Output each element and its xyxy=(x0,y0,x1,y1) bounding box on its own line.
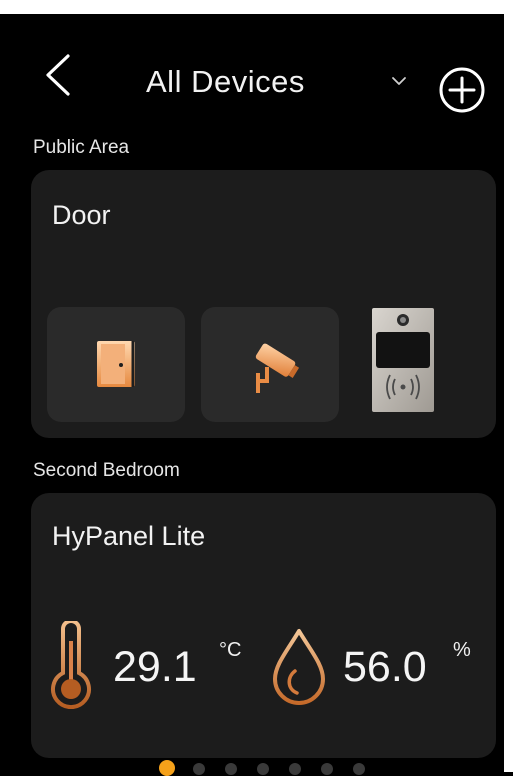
back-button[interactable] xyxy=(40,50,76,100)
section-label-second-bedroom: Second Bedroom xyxy=(33,460,180,481)
page-dot[interactable] xyxy=(159,760,175,776)
page-dot[interactable] xyxy=(353,763,365,775)
page-dot[interactable] xyxy=(321,763,333,775)
frame-top-border xyxy=(0,0,513,14)
header: All Devices xyxy=(0,14,513,126)
card-title: HyPanel Lite xyxy=(52,521,206,551)
page-dot[interactable] xyxy=(193,763,205,775)
plus-circle-icon xyxy=(439,67,485,113)
camera-icon xyxy=(255,343,300,393)
card-title: Door xyxy=(52,200,111,230)
page-indicator xyxy=(0,758,513,776)
chevron-left-icon xyxy=(46,54,70,96)
intercom-tile[interactable] xyxy=(371,307,435,413)
door-tile[interactable] xyxy=(47,307,185,422)
temperature-unit: °C xyxy=(219,639,242,661)
device-card-hypanel-lite[interactable]: HyPanel Lite 29.1 °C 56.0 % xyxy=(31,493,496,758)
humidity-value: 56.0 xyxy=(343,643,427,691)
camera-tile[interactable] xyxy=(201,307,339,422)
humidity-unit: % xyxy=(453,639,471,661)
page-dot[interactable] xyxy=(289,763,301,775)
chevron-down-icon xyxy=(392,77,406,85)
page-dot[interactable] xyxy=(257,763,269,775)
temperature-value: 29.1 xyxy=(113,643,197,691)
add-device-button[interactable] xyxy=(438,66,486,114)
door-icon xyxy=(97,341,135,387)
device-card-door[interactable]: Door xyxy=(31,170,496,438)
frame-right-border xyxy=(504,14,513,772)
device-filter-dropdown[interactable] xyxy=(390,74,408,88)
water-drop-icon xyxy=(273,629,325,705)
page-dot[interactable] xyxy=(225,763,237,775)
thermometer-icon xyxy=(51,621,91,709)
section-label-public-area: Public Area xyxy=(33,137,130,158)
page-title: All Devices xyxy=(146,64,305,99)
intercom-icon xyxy=(372,308,434,412)
